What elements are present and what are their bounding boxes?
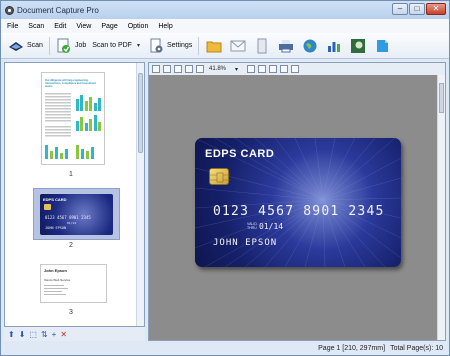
page-viewer[interactable]: 41.8% ▾ EDPS CARD 0123 4567 8901 2345 VA… (148, 62, 446, 341)
status-bar: Page 1 [210, 297mm] Total Page(s): 10 (148, 341, 449, 355)
settings-icon (150, 38, 163, 52)
thumbnail-scrollbar[interactable] (136, 63, 144, 326)
page-thumbnail-1[interactable]: Our diligence will help engineering tran… (41, 72, 105, 165)
toolbar-separator (198, 36, 200, 55)
app-icon (5, 5, 14, 15)
scan-icon (9, 41, 23, 51)
scrollbar-thumb[interactable] (138, 73, 143, 153)
total-pages: Total Page(s): 10 (390, 344, 443, 352)
sort-icon[interactable]: ⇅ (41, 330, 48, 339)
select-icon[interactable]: ⬚ (29, 330, 37, 339)
zoom-dropdown-icon[interactable]: ▾ (235, 66, 238, 73)
viewer-scrollbar[interactable] (437, 75, 445, 340)
document-icon[interactable] (254, 38, 270, 54)
page-info: Page 1 [210, 297mm] (318, 344, 386, 352)
toolbar-separator (48, 36, 50, 55)
deskew-icon[interactable] (269, 65, 278, 73)
menu-option[interactable]: Option (128, 23, 149, 30)
actual-size-icon[interactable] (196, 65, 204, 73)
job-select-value: Scan to PDF (92, 42, 132, 49)
rotate-left-icon[interactable]: ⬆ (8, 330, 15, 339)
card-chip (209, 168, 230, 185)
page-thumbnail-2[interactable]: EDPS CARD 0123 4567 8901 2345 01/14 JOHN… (40, 194, 113, 235)
job-select[interactable]: Scan to PDF ▾ (89, 36, 145, 56)
thumbnail-card-number: 0123 4567 8901 2345 (45, 215, 91, 220)
menu-scan[interactable]: Scan (28, 23, 44, 30)
fit-width-icon[interactable] (185, 65, 193, 73)
card-holder-name: JOHN EPSON (213, 238, 278, 248)
menu-help[interactable]: Help (158, 23, 172, 30)
viewer-scrollbar-thumb[interactable] (439, 83, 444, 113)
thumbnail-toolbar: ⬆ ⬇ ⬚ ⇅ + ✕ (4, 327, 145, 341)
menu-view[interactable]: View (76, 23, 91, 30)
triangle-left-icon[interactable] (280, 65, 289, 73)
job-button[interactable]: Job (53, 36, 89, 56)
viewer-toolbar: 41.8% ▾ (149, 63, 445, 75)
page-number-3: 3 (69, 309, 73, 316)
scan-label: Scan (27, 42, 43, 49)
menu-file[interactable]: File (7, 23, 18, 30)
zoom-in-icon[interactable] (152, 65, 160, 73)
settings-label: Settings (166, 42, 193, 49)
minimize-button[interactable]: – (392, 3, 408, 15)
thumbnail-chip (44, 204, 51, 210)
mail-icon[interactable] (230, 38, 246, 54)
page-number-2: 2 (69, 242, 73, 249)
thumbnail-card-holder: JOHN EPSON (45, 226, 67, 230)
card-title: EDPS CARD (205, 148, 275, 160)
crop-icon[interactable] (258, 65, 267, 73)
page-number-1: 1 (69, 171, 73, 178)
menu-bar: File Scan Edit View Page Option Help (1, 19, 449, 33)
settings-button[interactable]: Settings (145, 36, 195, 56)
card-number: 0123 4567 8901 2345 (213, 204, 385, 219)
triangle-right-icon[interactable] (291, 65, 300, 73)
card-valid-date: 01/14 (259, 222, 284, 231)
page-thumbnail-3[interactable]: John Epson Viento Web Service (40, 264, 107, 303)
job-icon (57, 38, 70, 53)
rotate-right-icon[interactable]: ⬇ (19, 330, 26, 339)
chart-icon[interactable] (326, 38, 342, 54)
menu-edit[interactable]: Edit (54, 23, 66, 30)
thumbnail-card-title: EDPS CARD (43, 197, 67, 202)
thumbnail-contact-lines (44, 285, 68, 295)
thumbnail-card-valid: 01/14 (67, 221, 77, 225)
chevron-down-icon: ▾ (136, 43, 140, 49)
cloud-icon[interactable] (374, 38, 390, 54)
window-title: Document Capture Pro (17, 5, 99, 15)
thumbnail-panel[interactable]: Our diligence will help engineering tran… (4, 62, 145, 327)
chip-lines (210, 172, 230, 183)
rotate-icon[interactable] (247, 65, 256, 73)
add-page-icon[interactable]: + (52, 330, 57, 339)
window-controls: – □ ✕ (392, 3, 446, 15)
thumbnail-content (45, 93, 101, 159)
printer-icon[interactable] (278, 38, 294, 54)
thumbnail-contact-name: John Epson (44, 268, 67, 273)
menu-page[interactable]: Page (101, 23, 117, 30)
fit-page-icon[interactable] (174, 65, 182, 73)
main-toolbar: Scan Job Scan to PDF ▾ Settings (1, 33, 449, 59)
card-valid-label: VALID THRU (247, 222, 257, 230)
card-image: EDPS CARD 0123 4567 8901 2345 VALID THRU… (195, 138, 401, 267)
delete-icon[interactable]: ✕ (60, 330, 67, 339)
app-window: Document Capture Pro – □ ✕ File Scan Edi… (0, 0, 450, 356)
image-icon[interactable] (350, 38, 366, 54)
folder-icon[interactable] (206, 38, 222, 54)
thumbnail-heading: Our diligence will help engineering tran… (45, 79, 96, 88)
thumbnail-company: Viento Web Service (44, 278, 71, 282)
job-label: Job (74, 42, 87, 49)
close-button[interactable]: ✕ (426, 3, 446, 15)
zoom-value[interactable]: 41.8% (209, 66, 226, 72)
web-icon[interactable] (302, 38, 318, 54)
maximize-button[interactable]: □ (409, 3, 425, 15)
title-bar: Document Capture Pro – □ ✕ (1, 1, 449, 19)
scan-button[interactable]: Scan (5, 36, 46, 56)
zoom-out-icon[interactable] (163, 65, 171, 73)
